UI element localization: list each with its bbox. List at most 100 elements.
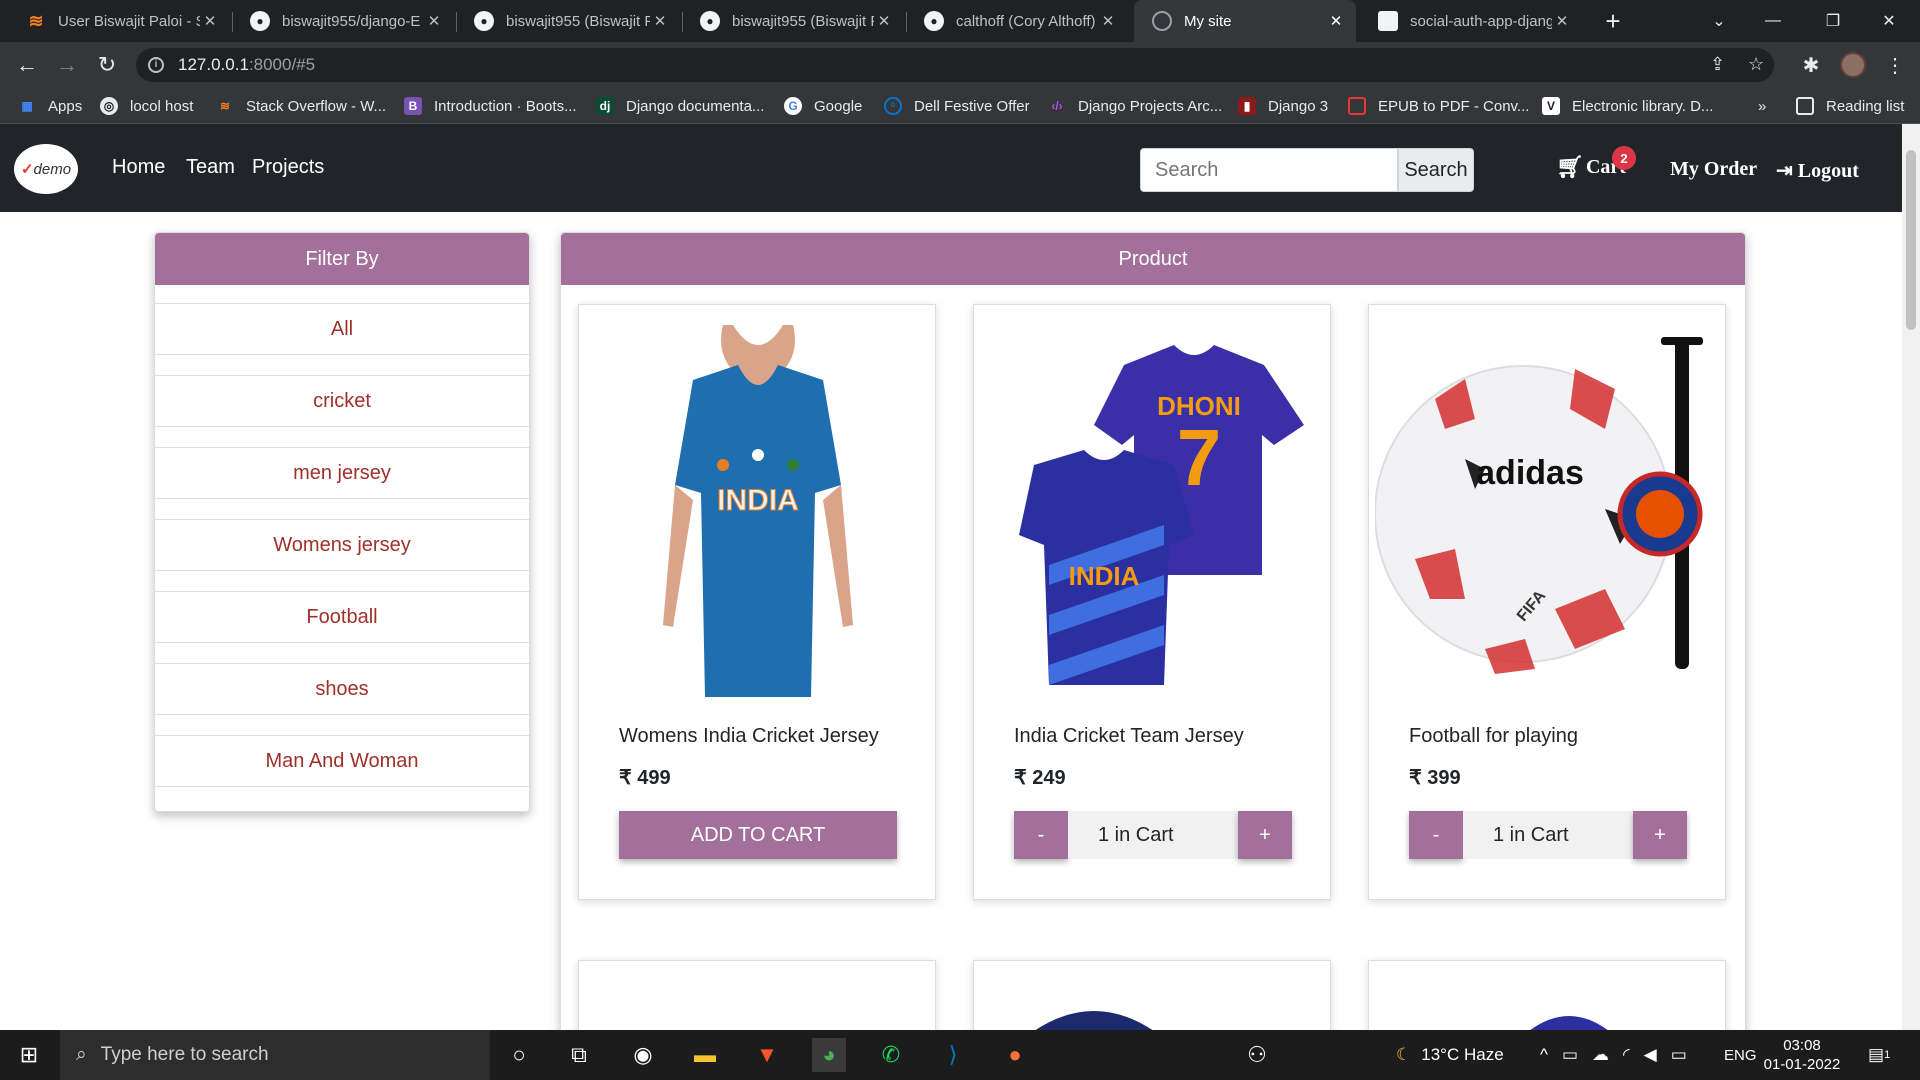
browser-tab[interactable]: social-auth-app-djang ✕ <box>1360 0 1582 42</box>
close-tab-icon[interactable]: ✕ <box>1552 12 1572 30</box>
browser-tab[interactable]: ● biswajit955/django-E ✕ <box>232 0 454 42</box>
bookmark-item[interactable]: B Introduction · Boots... <box>404 88 577 124</box>
add-to-cart-button[interactable]: ADD TO CART <box>619 811 897 859</box>
volume-icon[interactable]: ◀ <box>1644 1045 1657 1065</box>
site-logo[interactable]: ✓demo <box>14 144 78 194</box>
wifi-icon[interactable]: ◜ <box>1623 1045 1630 1065</box>
browser-toolbar: ← → ↻ i 127.0.0.1:8000/#5 ⇪ ☆ ✱ ⋮ <box>0 42 1920 88</box>
cortana-icon[interactable]: ○ <box>502 1038 536 1072</box>
browser-tab-active[interactable]: My site ✕ <box>1134 0 1356 42</box>
filter-item-man-and-woman[interactable]: Man And Woman <box>155 735 529 787</box>
filter-item-football[interactable]: Football <box>155 591 529 643</box>
device-icon[interactable]: ▭ <box>1562 1045 1578 1065</box>
cart-quantity: 1 in Cart <box>1068 811 1238 859</box>
close-tab-icon[interactable]: ✕ <box>650 12 670 30</box>
language-indicator[interactable]: ENG <box>1724 1030 1757 1080</box>
back-icon[interactable]: ← <box>12 50 42 80</box>
reading-list-button[interactable]: Reading list <box>1796 88 1904 124</box>
bookmark-item[interactable]: ≋ Stack Overflow - W... <box>216 88 386 124</box>
football-image: adidas FIFA <box>1375 337 1703 674</box>
product-price: ₹ 399 <box>1409 767 1461 789</box>
bookmark-apps[interactable]: ▦ Apps <box>18 88 82 124</box>
close-tab-icon[interactable]: ✕ <box>424 12 444 30</box>
bookmark-item[interactable]: ▮ Django 3 <box>1238 88 1328 124</box>
filter-item-shoes[interactable]: shoes <box>155 663 529 715</box>
browser-tab[interactable]: ● calthoff (Cory Althoff) ✕ <box>906 0 1128 42</box>
browser-tab[interactable]: ● biswajit955 (Biswajit P ✕ <box>456 0 680 42</box>
bookmark-item[interactable]: V Electronic library. D... <box>1542 88 1713 124</box>
site-navbar: ✓demo Home Team Projects Search 🛒︎Cart 2… <box>0 124 1902 212</box>
close-tab-icon[interactable]: ✕ <box>1326 12 1346 30</box>
globe-icon <box>1152 11 1172 31</box>
bookmark-item[interactable]: D Dell Festive Offer <box>884 88 1030 124</box>
logout-link[interactable]: ⇥ Logout <box>1776 158 1859 183</box>
weather-widget[interactable]: ☾ 13°C Haze <box>1396 1030 1504 1080</box>
battery-icon[interactable]: ▭ <box>1671 1045 1687 1065</box>
task-view-icon[interactable]: ⧉ <box>562 1038 596 1072</box>
svg-text:INDIA: INDIA <box>717 484 799 517</box>
profile-avatar[interactable] <box>1840 52 1866 78</box>
bookmark-item[interactable]: G Google <box>784 88 862 124</box>
decrease-quantity-button[interactable]: - <box>1014 811 1068 859</box>
close-tab-icon[interactable]: ✕ <box>200 12 220 30</box>
windows-start-icon[interactable]: ⊞ <box>12 1038 46 1072</box>
filter-item-cricket[interactable]: cricket <box>155 375 529 427</box>
minimize-button[interactable]: — <box>1750 0 1796 42</box>
increase-quantity-button[interactable]: + <box>1238 811 1292 859</box>
filter-item-all[interactable]: All <box>155 303 529 355</box>
site-info-icon[interactable]: i <box>148 57 164 73</box>
close-tab-icon[interactable]: ✕ <box>1098 12 1118 30</box>
cart-icon: 🛒︎ <box>1556 154 1584 179</box>
scrollbar-thumb[interactable] <box>1906 150 1916 330</box>
search-input[interactable] <box>1140 148 1398 192</box>
my-order-link[interactable]: My Order <box>1670 158 1757 181</box>
nav-home[interactable]: Home <box>112 156 165 179</box>
taskbar-search[interactable]: ⌕ Type here to search <box>60 1030 490 1080</box>
firefox-icon[interactable]: ● <box>998 1038 1032 1072</box>
new-tab-button[interactable]: + <box>1598 0 1628 42</box>
increase-quantity-button[interactable]: + <box>1633 811 1687 859</box>
bookmark-star-icon[interactable]: ☆ <box>1748 54 1764 75</box>
bookmark-item[interactable]: ‹/› Django Projects Arc... <box>1048 88 1222 124</box>
filter-item-womens-jersey[interactable]: Womens jersey <box>155 519 529 571</box>
close-window-button[interactable]: ✕ <box>1866 0 1912 42</box>
filter-item-men-jersey[interactable]: men jersey <box>155 447 529 499</box>
reload-icon[interactable]: ↻ <box>92 50 122 80</box>
product-name: India Cricket Team Jersey <box>1014 725 1244 747</box>
taskbar-clock[interactable]: 03:08 01-01-2022 <box>1762 1036 1842 1074</box>
onedrive-icon[interactable]: ☁ <box>1592 1045 1609 1065</box>
nav-team[interactable]: Team <box>186 156 235 179</box>
tab-search-icon[interactable]: ⌄ <box>1696 0 1742 42</box>
restore-button[interactable]: ❐ <box>1810 0 1856 42</box>
bookmark-item[interactable]: dj Django documenta... <box>596 88 764 124</box>
browser-tab[interactable]: ● biswajit955 (Biswajit P ✕ <box>682 0 904 42</box>
share-icon[interactable]: ⇪ <box>1710 54 1725 75</box>
menu-kebab-icon[interactable]: ⋮ <box>1880 50 1910 80</box>
bookmark-item[interactable]: ◎ locol host <box>100 88 193 124</box>
whatsapp-icon[interactable]: ✆ <box>874 1038 908 1072</box>
address-bar[interactable]: i 127.0.0.1:8000/#5 ⇪ ☆ <box>136 48 1774 82</box>
nav-projects[interactable]: Projects <box>252 156 324 179</box>
product-price: ₹ 499 <box>619 767 671 789</box>
file-explorer-icon[interactable]: ▬ <box>688 1038 722 1072</box>
forward-icon[interactable]: → <box>52 50 82 80</box>
close-tab-icon[interactable]: ✕ <box>874 12 894 30</box>
chevron-up-icon[interactable]: ^ <box>1540 1045 1548 1065</box>
decrease-quantity-button[interactable]: - <box>1409 811 1463 859</box>
dell-app-icon[interactable]: ◉ <box>626 1038 660 1072</box>
notification-center-icon[interactable]: ▤ 1 <box>1868 1030 1890 1080</box>
brave-browser-icon[interactable]: ▼ <box>750 1038 784 1072</box>
vscode-icon[interactable]: ⟩ <box>936 1038 970 1072</box>
extensions-icon[interactable]: ✱ <box>1796 50 1826 80</box>
chrome-icon[interactable]: ◕ <box>812 1038 846 1072</box>
bookmark-item[interactable]: EPUB to PDF - Conv... <box>1348 88 1529 124</box>
bookmarks-overflow-button[interactable]: » <box>1758 88 1766 124</box>
search-button[interactable]: Search <box>1398 148 1474 192</box>
people-icon[interactable]: ⚇ <box>1240 1038 1274 1072</box>
browser-tab[interactable]: ≋ User Biswajit Paloi - St ✕ <box>8 0 230 42</box>
page-scrollbar[interactable] <box>1902 124 1920 1030</box>
stackoverflow-icon: ≋ <box>28 10 44 31</box>
tray-icons[interactable]: ^ ▭ ☁ ◜ ◀ ▭ <box>1540 1030 1701 1080</box>
product-price: ₹ 249 <box>1014 767 1066 789</box>
google-icon: G <box>784 97 802 115</box>
